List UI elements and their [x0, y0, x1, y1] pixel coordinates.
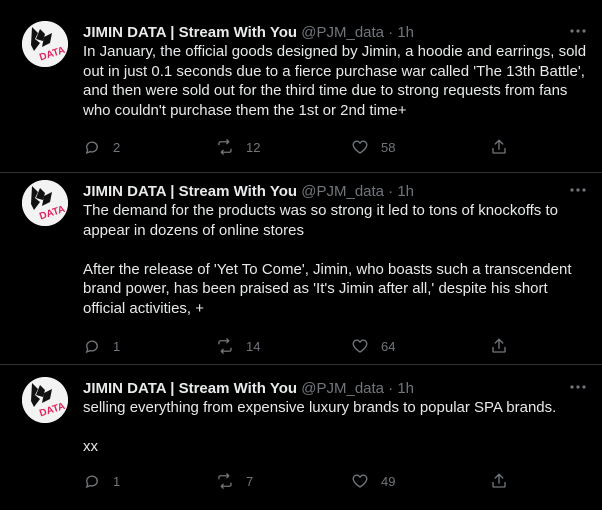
- more-icon[interactable]: [568, 377, 588, 397]
- like-icon: [352, 140, 368, 154]
- share-icon: [492, 139, 506, 154]
- author-name[interactable]: JIMIN DATA | Stream With You: [83, 24, 297, 41]
- reply-count: 1: [113, 473, 121, 489]
- avatar[interactable]: DATA: [22, 21, 68, 67]
- retweet-count: 7: [246, 473, 254, 489]
- like-button[interactable]: 64: [351, 336, 395, 356]
- like-count: 64: [381, 338, 396, 354]
- tweet-text: selling everything from expensive luxury…: [83, 399, 557, 456]
- tweet-header: JIMIN DATA | Stream With You @PJM_data ·…: [83, 379, 414, 399]
- reply-icon: [85, 340, 98, 354]
- share-icon: [492, 473, 506, 488]
- like-icon: [352, 474, 368, 488]
- action-bar: 1 7 49: [83, 471, 523, 491]
- tweet[interactable]: DATA JIMIN DATA | Stream With You @PJM_d…: [0, 0, 602, 173]
- share-button[interactable]: [490, 336, 508, 356]
- reply-button[interactable]: 1: [83, 336, 120, 356]
- more-icon[interactable]: [568, 180, 588, 200]
- retweet-button[interactable]: 12: [216, 137, 260, 157]
- like-button[interactable]: 49: [351, 471, 395, 491]
- avatar-logo: DATA: [22, 21, 68, 67]
- reply-button[interactable]: 2: [83, 137, 120, 157]
- reply-button[interactable]: 1: [83, 471, 120, 491]
- like-icon: [352, 339, 368, 353]
- reply-count: 2: [113, 139, 121, 155]
- reply-count: 1: [113, 338, 121, 354]
- tweet[interactable]: DATA JIMIN DATA | Stream With You @PJM_d…: [0, 356, 602, 510]
- tweet-text: The demand for the products was so stron…: [83, 202, 572, 317]
- tweet-header: JIMIN DATA | Stream With You @PJM_data ·…: [83, 23, 414, 43]
- action-bar: 1 14 64: [83, 336, 523, 356]
- avatar[interactable]: DATA: [22, 377, 68, 423]
- like-count: 58: [381, 139, 396, 155]
- tweet-text: In January, the official goods designed …: [83, 43, 591, 119]
- author-name[interactable]: JIMIN DATA | Stream With You: [83, 183, 297, 200]
- tweet[interactable]: DATA JIMIN DATA | Stream With You @PJM_d…: [0, 159, 602, 365]
- avatar-logo: DATA: [22, 377, 68, 423]
- retweet-icon: [218, 139, 232, 155]
- more-icon[interactable]: [568, 21, 588, 41]
- avatar[interactable]: DATA: [22, 180, 68, 226]
- share-button[interactable]: [490, 137, 508, 157]
- reply-icon: [85, 475, 98, 489]
- author-handle-time[interactable]: @PJM_data · 1h: [301, 24, 414, 41]
- retweet-icon: [218, 473, 232, 489]
- action-bar: 2 12 58: [83, 137, 523, 157]
- retweet-count: 14: [246, 338, 261, 354]
- retweet-button[interactable]: 7: [216, 471, 253, 491]
- author-handle-time[interactable]: @PJM_data · 1h: [301, 380, 414, 397]
- reply-icon: [85, 141, 98, 155]
- retweet-icon: [218, 338, 232, 354]
- retweet-count: 12: [246, 139, 261, 155]
- author-handle-time[interactable]: @PJM_data · 1h: [301, 183, 414, 200]
- like-button[interactable]: 58: [351, 137, 395, 157]
- share-button[interactable]: [490, 471, 508, 491]
- retweet-button[interactable]: 14: [216, 336, 260, 356]
- tweet-header: JIMIN DATA | Stream With You @PJM_data ·…: [83, 182, 414, 202]
- author-name[interactable]: JIMIN DATA | Stream With You: [83, 380, 297, 397]
- share-icon: [492, 338, 506, 353]
- like-count: 49: [381, 473, 396, 489]
- avatar-logo: DATA: [22, 180, 68, 226]
